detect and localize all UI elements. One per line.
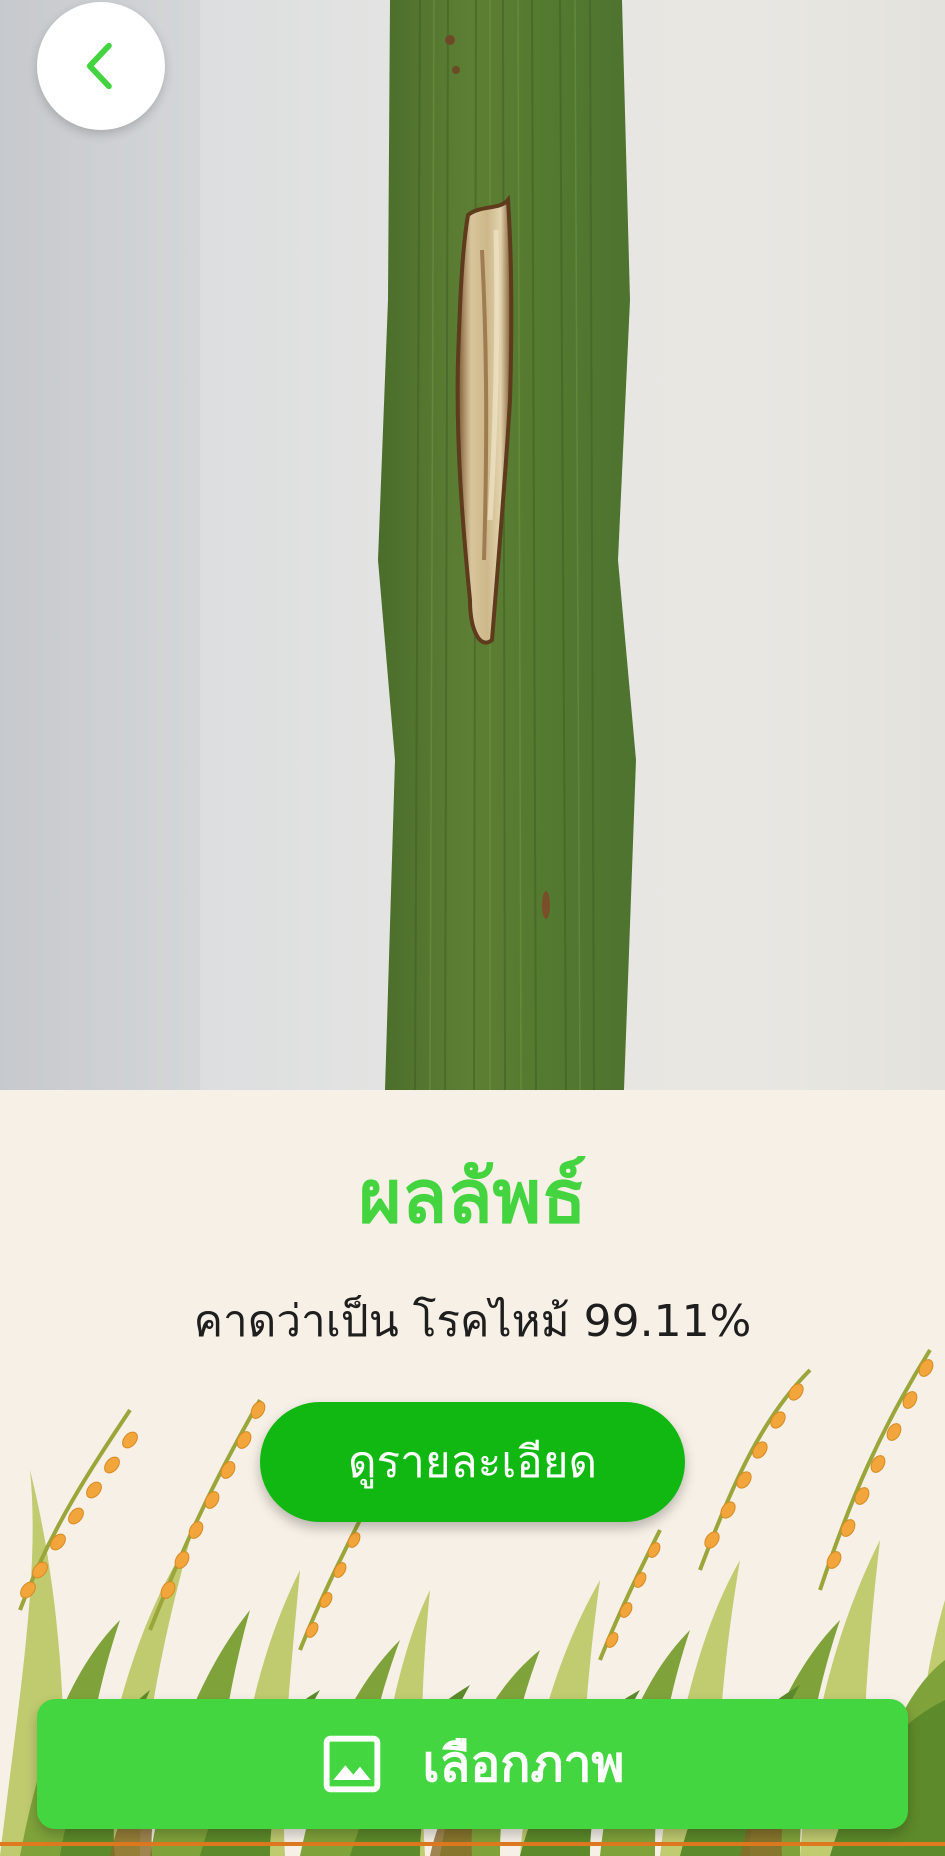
result-panel: ผลลัพธ์ คาดว่าเป็น โรคไหม้ 99.11% ดูรายล…	[0, 1090, 945, 1856]
choose-image-button[interactable]: เลือกภาพ	[37, 1699, 908, 1829]
view-details-button[interactable]: ดูรายละเอียด	[260, 1402, 685, 1522]
chevron-left-icon	[86, 42, 112, 90]
leaf-image	[0, 0, 636, 1090]
result-title: ผลลัพธ์	[358, 1154, 587, 1240]
image-icon	[320, 1732, 384, 1796]
choose-image-label: เลือกภาพ	[422, 1734, 625, 1793]
prediction-text: คาดว่าเป็น โรคไหม้ 99.11%	[193, 1296, 752, 1347]
back-button[interactable]	[37, 2, 165, 130]
leaf-photo	[0, 0, 945, 1090]
view-details-label: ดูรายละเอียด	[347, 1437, 598, 1488]
